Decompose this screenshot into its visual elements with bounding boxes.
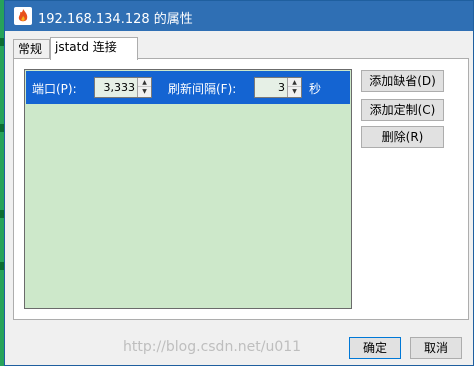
refresh-unit-label: 秒 xyxy=(309,82,322,96)
refresh-interval-spinner[interactable]: 3 ▲ ▼ xyxy=(254,77,302,98)
window-title: 192.168.134.128 的属性 xyxy=(38,12,193,27)
connection-list[interactable]: 端口(P): 3,333 ▲ ▼ 刷新间隔(F): 3 ▲ ▼ 秒 xyxy=(24,69,352,309)
add-custom-button[interactable]: 添加定制(C) xyxy=(361,99,444,121)
spin-up-icon[interactable]: ▲ xyxy=(138,78,151,87)
watermark-text: http://blog.csdn.net/u011 xyxy=(123,339,302,355)
ok-button[interactable]: 确定 xyxy=(349,337,401,359)
app-flame-icon xyxy=(14,7,32,25)
add-default-button[interactable]: 添加缺省(D) xyxy=(361,70,444,92)
delete-button[interactable]: 删除(R) xyxy=(361,126,444,148)
port-value: 3,333 xyxy=(103,81,136,94)
spin-up-icon[interactable]: ▲ xyxy=(288,78,301,87)
refresh-spinner-arrows: ▲ ▼ xyxy=(287,78,301,97)
port-spinner-arrows: ▲ ▼ xyxy=(137,78,151,97)
spin-down-icon[interactable]: ▼ xyxy=(288,87,301,96)
tab-jstatd-connection[interactable]: jstatd 连接 xyxy=(50,37,138,60)
tab-panel: 端口(P): 3,333 ▲ ▼ 刷新间隔(F): 3 ▲ ▼ 秒 添加缺省(D… xyxy=(13,58,469,320)
port-spinner[interactable]: 3,333 ▲ ▼ xyxy=(94,77,152,98)
properties-dialog: 192.168.134.128 的属性 常规 jstatd 连接 端口(P): … xyxy=(4,0,474,366)
connection-row-selected[interactable]: 端口(P): 3,333 ▲ ▼ 刷新间隔(F): 3 ▲ ▼ 秒 xyxy=(26,71,350,104)
spin-down-icon[interactable]: ▼ xyxy=(138,87,151,96)
port-label: 端口(P): xyxy=(32,82,77,96)
refresh-interval-label: 刷新间隔(F): xyxy=(168,82,237,96)
tab-strip: 常规 jstatd 连接 xyxy=(13,37,473,60)
tab-general[interactable]: 常规 xyxy=(13,39,50,59)
cancel-button[interactable]: 取消 xyxy=(410,337,462,359)
title-bar[interactable]: 192.168.134.128 的属性 xyxy=(5,1,473,31)
refresh-interval-value: 3 xyxy=(278,81,285,94)
